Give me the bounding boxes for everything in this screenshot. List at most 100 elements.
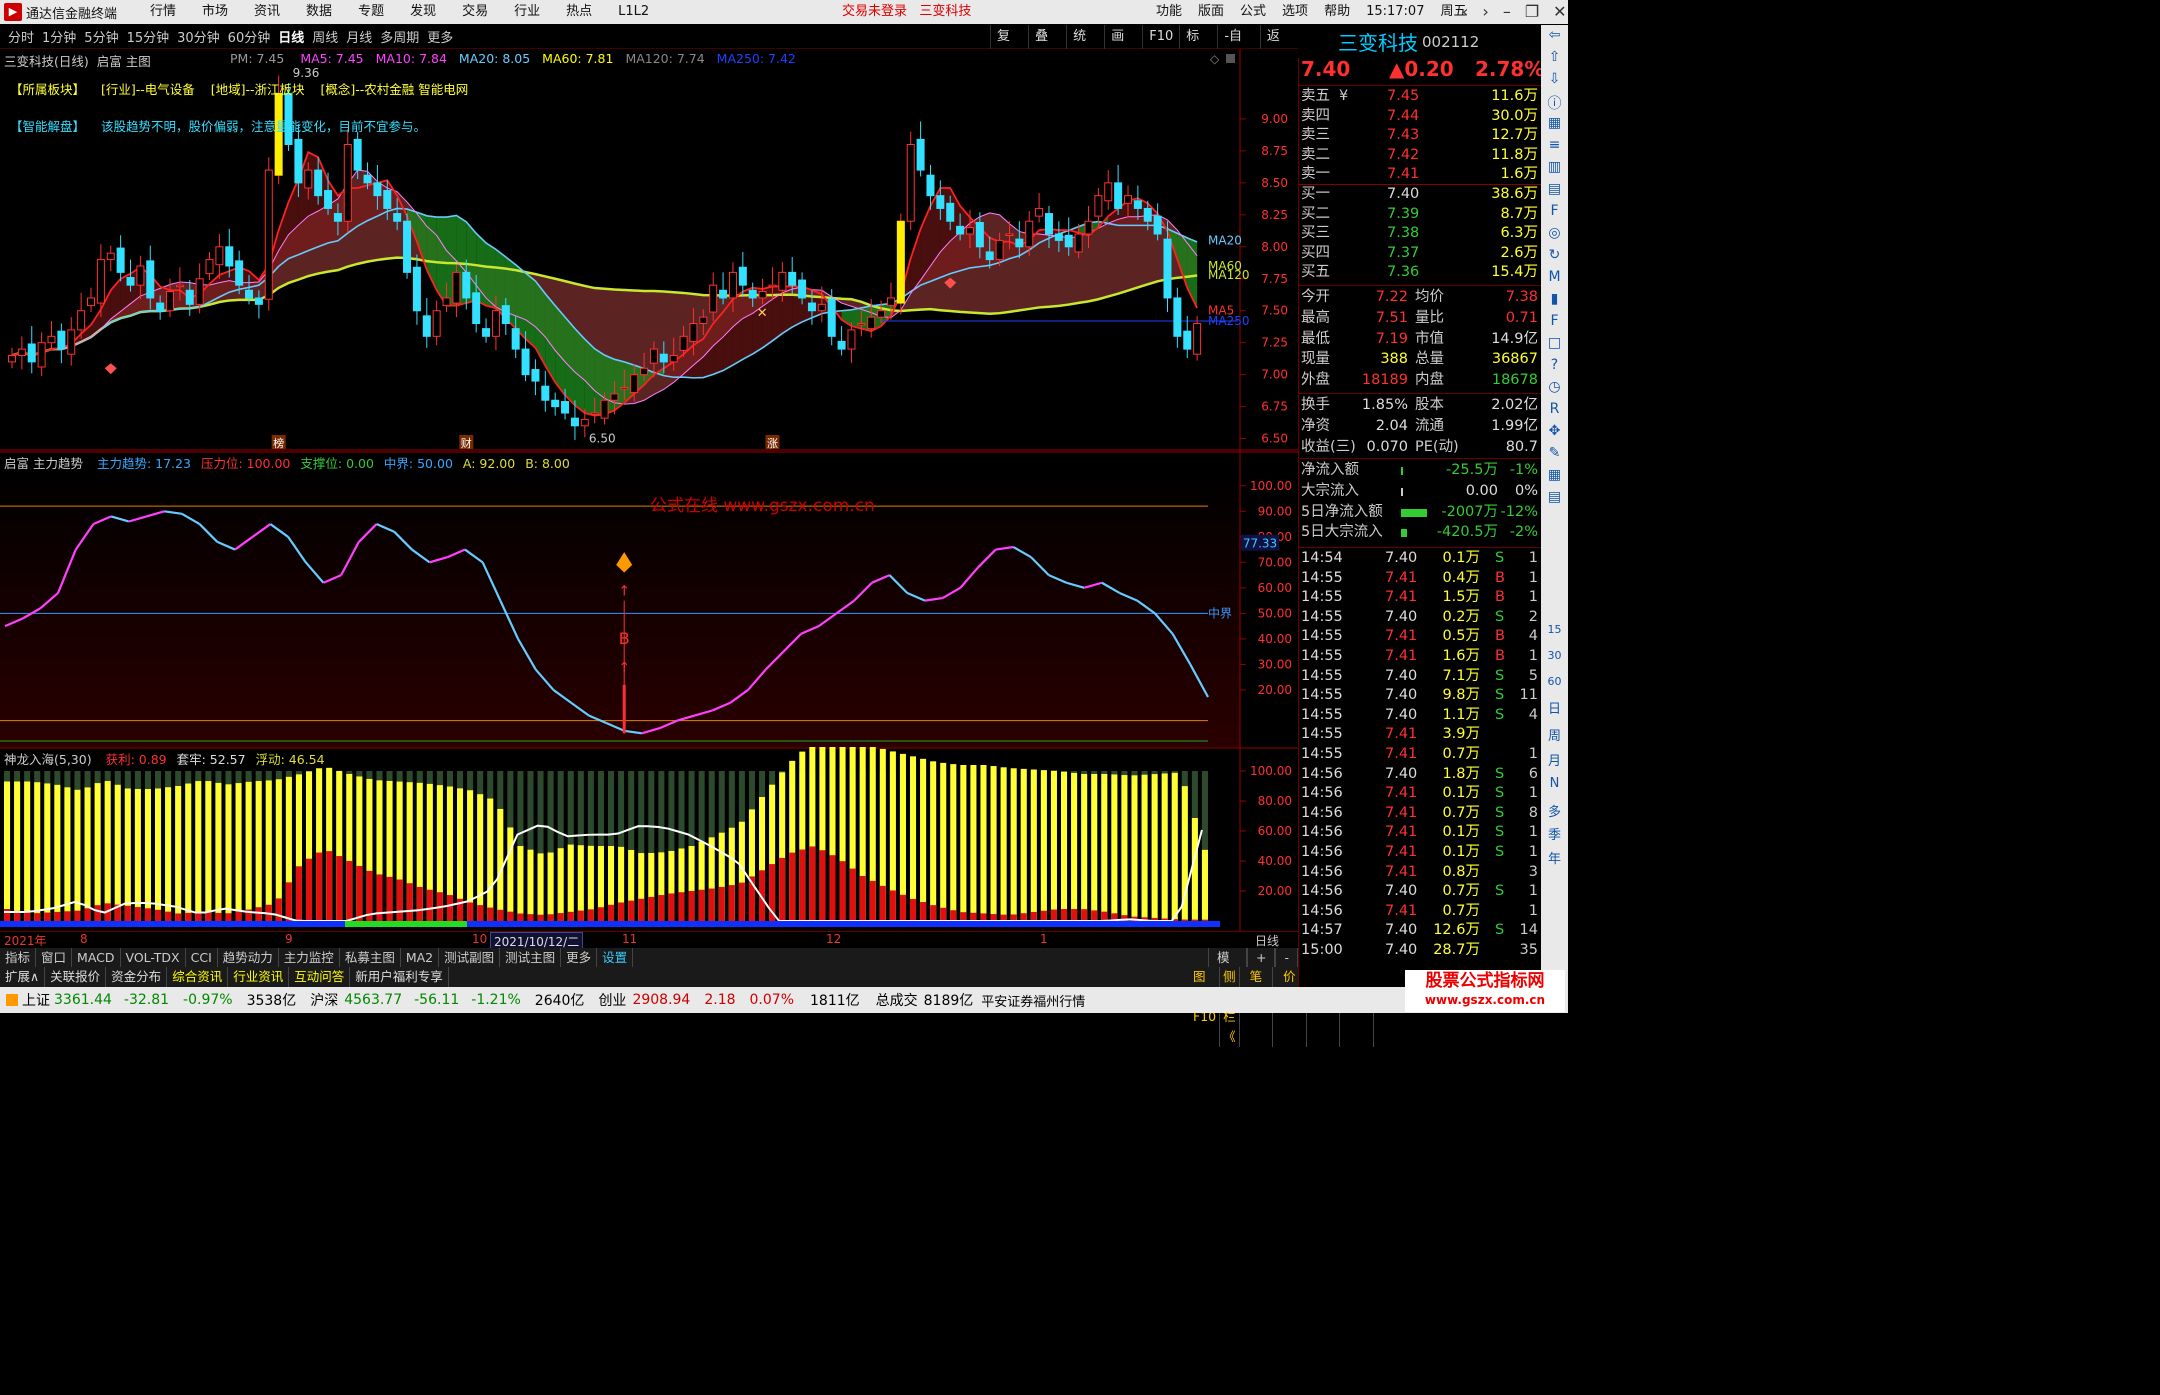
candle[interactable] <box>867 316 876 330</box>
candle[interactable] <box>1035 207 1044 217</box>
minimize-icon[interactable]: – <box>1503 2 1511 21</box>
period-shortcut[interactable]: N <box>1546 776 1563 791</box>
extension-tab[interactable]: 关联报价 <box>45 967 107 987</box>
candle[interactable] <box>896 220 905 304</box>
candle[interactable] <box>185 289 194 305</box>
extension-tab[interactable]: 综合资讯 <box>167 967 229 987</box>
candle[interactable] <box>175 284 184 288</box>
menu-item[interactable]: 热点 <box>566 0 592 24</box>
menu-item[interactable]: 交易 <box>462 0 488 24</box>
candle[interactable] <box>166 291 175 312</box>
period-tab[interactable]: 30分钟 <box>177 31 220 46</box>
clock-icon[interactable]: ◷ <box>1546 379 1563 395</box>
candle[interactable] <box>1025 220 1034 248</box>
candle[interactable] <box>324 190 333 209</box>
menu-item[interactable]: 行业 <box>514 0 540 24</box>
candle[interactable] <box>1123 195 1132 204</box>
candle[interactable] <box>205 259 214 275</box>
candle[interactable] <box>689 323 698 342</box>
candle[interactable] <box>491 310 500 337</box>
candle[interactable] <box>995 239 1004 261</box>
indicator-tab[interactable]: 主力监控 <box>279 948 340 967</box>
ma-icon[interactable]: M <box>1546 269 1563 285</box>
candle[interactable] <box>225 246 234 267</box>
period-shortcut[interactable]: 多 <box>1546 801 1563 820</box>
candle[interactable] <box>610 393 619 401</box>
candle[interactable] <box>462 271 471 299</box>
candle[interactable] <box>857 323 866 326</box>
candle[interactable] <box>709 284 718 313</box>
candle[interactable] <box>956 225 965 235</box>
candle[interactable] <box>936 195 945 209</box>
candle[interactable] <box>590 412 599 416</box>
box-icon[interactable]: □ <box>1546 335 1563 351</box>
candle[interactable] <box>738 266 747 286</box>
period-shortcut[interactable]: 日 <box>1546 698 1563 717</box>
period-tab[interactable]: 60分钟 <box>228 31 271 46</box>
candle[interactable] <box>1173 297 1182 337</box>
indicator-tab[interactable]: 测试副图 <box>439 948 501 967</box>
menu-item[interactable]: 版面 <box>1198 0 1224 24</box>
extension-tab[interactable]: 扩展∧ <box>0 967 46 987</box>
menu-item[interactable]: 行情 <box>150 0 176 24</box>
candle[interactable] <box>126 276 135 286</box>
candle[interactable] <box>778 271 787 291</box>
panel-menu-icon[interactable] <box>1226 54 1235 63</box>
candle[interactable] <box>8 354 16 363</box>
minute-shortcut[interactable]: 60 <box>1546 675 1563 688</box>
diamond-outline-icon[interactable]: ◇ <box>1210 52 1220 66</box>
candle[interactable] <box>383 190 392 209</box>
stock-tab[interactable]: 三变科技 <box>919 4 971 19</box>
minute-shortcut[interactable]: 30 <box>1546 649 1563 662</box>
indicator-tab[interactable]: 更多 <box>561 948 598 967</box>
candle[interactable] <box>57 330 66 350</box>
refresh-icon[interactable]: ↻ <box>1546 247 1563 263</box>
candle[interactable] <box>501 305 510 325</box>
candle[interactable] <box>412 266 421 312</box>
candle[interactable] <box>1054 233 1063 241</box>
candle[interactable] <box>432 310 441 337</box>
candle[interactable] <box>87 297 96 307</box>
extension-tab[interactable]: 互动问答 <box>289 967 351 987</box>
period-tab[interactable]: 5分钟 <box>84 31 118 46</box>
bar-icon[interactable]: ▥ <box>1546 159 1563 175</box>
extension-tab[interactable]: 新用户福利专享 <box>350 967 449 987</box>
candle[interactable] <box>877 310 886 318</box>
candle[interactable] <box>580 418 589 427</box>
indicator-tab[interactable]: CCI <box>186 948 218 967</box>
candle[interactable] <box>452 271 461 304</box>
candle[interactable] <box>1015 238 1024 248</box>
indicator-tab[interactable]: MACD <box>72 948 121 967</box>
indicator-tab[interactable]: MA2 <box>401 948 440 967</box>
login-status[interactable]: 交易未登录 三变科技 <box>842 0 971 24</box>
candle[interactable] <box>27 343 36 363</box>
candle[interactable] <box>1084 220 1093 235</box>
candle[interactable] <box>640 367 649 376</box>
f2-icon[interactable]: F <box>1546 313 1563 329</box>
menu-item[interactable]: 数据 <box>306 0 332 24</box>
candle[interactable] <box>985 251 994 261</box>
candle[interactable] <box>1193 323 1202 355</box>
candle[interactable] <box>1183 330 1192 350</box>
candle[interactable] <box>798 279 807 299</box>
candle[interactable] <box>294 138 303 184</box>
candle[interactable] <box>561 401 570 414</box>
candle[interactable] <box>511 328 520 350</box>
menu-item[interactable]: 资讯 <box>254 0 280 24</box>
candle[interactable] <box>156 302 165 312</box>
candle[interactable] <box>146 260 155 299</box>
menu-item[interactable]: 发现 <box>410 0 436 24</box>
candle[interactable] <box>817 303 826 312</box>
menu-item[interactable]: 选项 <box>1282 0 1308 24</box>
grid-icon[interactable]: ▤ <box>1546 181 1563 197</box>
candle[interactable] <box>235 260 244 286</box>
candle[interactable] <box>531 369 540 382</box>
candle[interactable] <box>600 399 609 419</box>
forward-icon[interactable]: › <box>1482 2 1488 21</box>
candle[interactable] <box>659 353 668 363</box>
industry-link[interactable]: [行业]--电气设备 <box>101 82 195 97</box>
candle[interactable] <box>442 297 451 307</box>
candle[interactable] <box>541 385 550 401</box>
period-tab[interactable]: 1分钟 <box>42 31 76 46</box>
sheet-icon[interactable]: ▦ <box>1546 467 1563 483</box>
